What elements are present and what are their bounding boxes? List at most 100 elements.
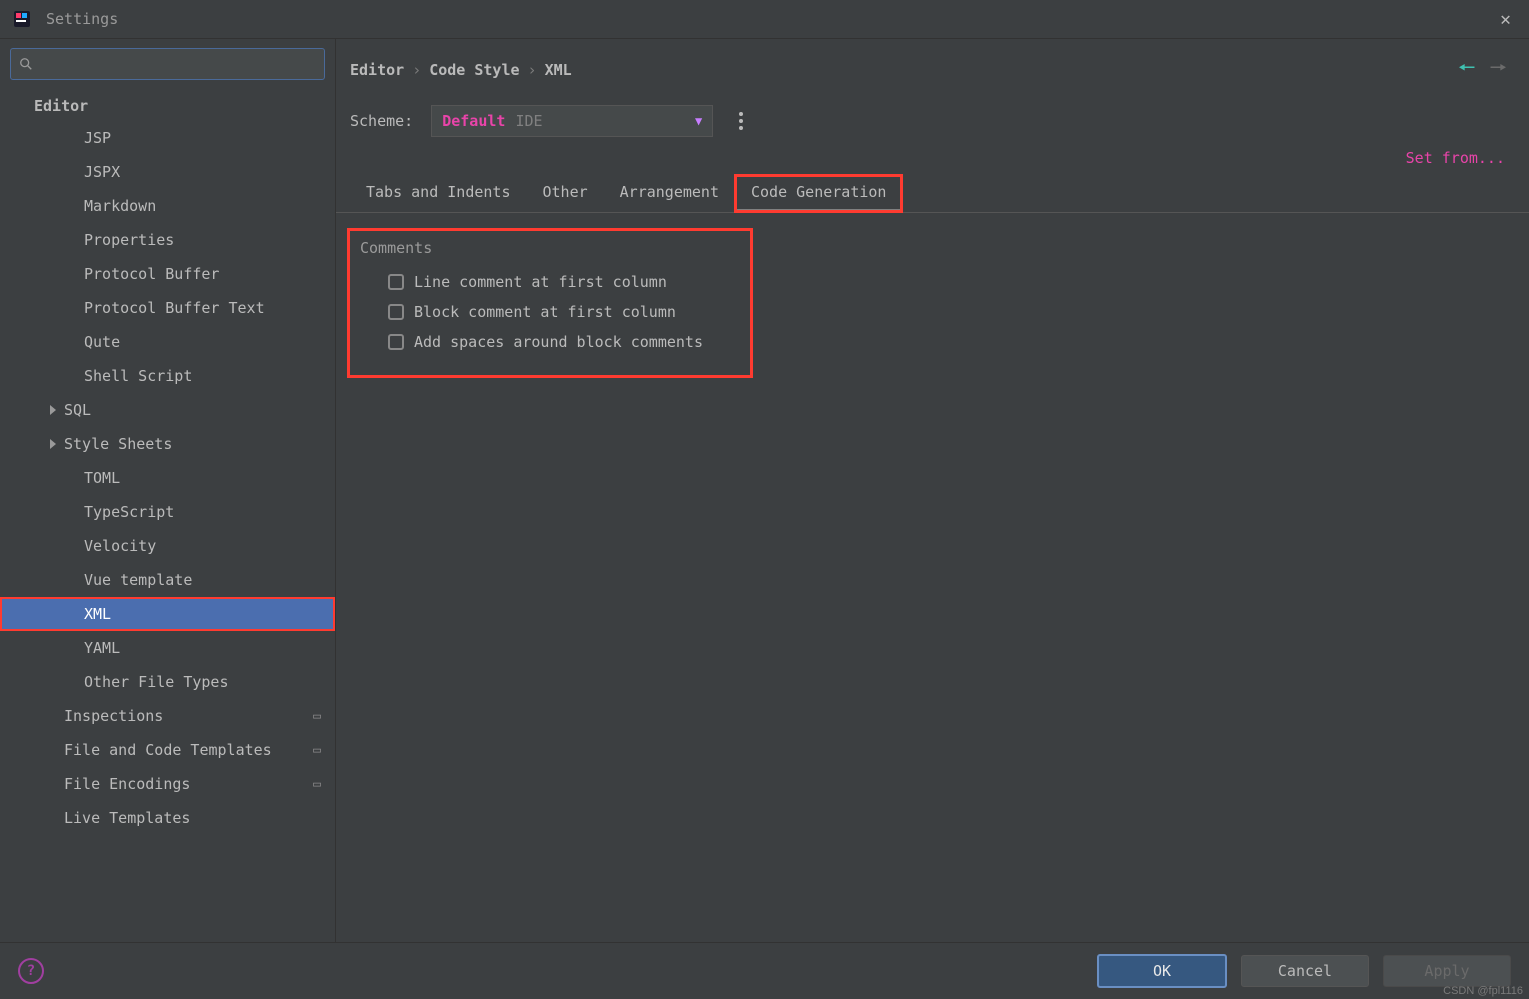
sidebar-item-vue-template[interactable]: Vue template bbox=[0, 563, 335, 597]
sidebar-item-protocol-buffer-text[interactable]: Protocol Buffer Text bbox=[0, 291, 335, 325]
checkbox-box bbox=[388, 334, 404, 350]
sidebar-item-style-sheets[interactable]: Style Sheets bbox=[0, 427, 335, 461]
sidebar-item-label: YAML bbox=[84, 639, 120, 657]
sidebar-item-label: Protocol Buffer bbox=[84, 265, 219, 283]
checkbox-line-comment-at-first-column[interactable]: Line comment at first column bbox=[360, 267, 740, 297]
scheme-label: Scheme: bbox=[350, 112, 413, 130]
sidebar-item-velocity[interactable]: Velocity bbox=[0, 529, 335, 563]
main-panel: Editor › Code Style › XML 🠔 🠖 Scheme: De… bbox=[336, 39, 1529, 942]
settings-window: Settings ✕ Editor JSP JSPX Markdown Propert… bbox=[0, 0, 1529, 999]
set-from-link[interactable]: Set from... bbox=[1406, 149, 1505, 167]
sidebar-heading-editor[interactable]: Editor bbox=[0, 89, 335, 121]
sidebar-item-label: Protocol Buffer Text bbox=[84, 299, 265, 317]
sidebar: Editor JSP JSPX Markdown Properties Protocol… bbox=[0, 39, 336, 942]
tab-arrangement[interactable]: Arrangement bbox=[604, 175, 735, 212]
tab-other[interactable]: Other bbox=[527, 175, 604, 212]
app-icon bbox=[12, 9, 32, 29]
tab-code-generation[interactable]: Code Generation bbox=[735, 175, 902, 212]
chevron-down-icon: ▼ bbox=[695, 114, 702, 128]
project-scope-icon: ▭ bbox=[313, 743, 321, 758]
checkbox-block-comment-at-first-column[interactable]: Block comment at first column bbox=[360, 297, 740, 327]
checkbox-label: Block comment at first column bbox=[414, 303, 676, 321]
sidebar-item-live-templates[interactable]: Live Templates bbox=[0, 801, 335, 835]
settings-tree[interactable]: JSP JSPX Markdown Properties Protocol Buffer… bbox=[0, 121, 335, 942]
scheme-select[interactable]: Default IDE ▼ bbox=[431, 105, 713, 137]
breadcrumb-row: Editor › Code Style › XML 🠔 🠖 bbox=[336, 39, 1529, 91]
sidebar-item-label: Markdown bbox=[84, 197, 156, 215]
sidebar-item-label: SQL bbox=[64, 401, 91, 419]
sidebar-item-sql[interactable]: SQL bbox=[0, 393, 335, 427]
tabs: Tabs and IndentsOtherArrangementCode Gen… bbox=[336, 167, 1529, 213]
sidebar-item-jsp[interactable]: JSP bbox=[0, 121, 335, 155]
sidebar-item-label: JSP bbox=[84, 129, 111, 147]
sidebar-item-label: Style Sheets bbox=[64, 435, 172, 453]
scheme-value: Default bbox=[442, 112, 505, 130]
breadcrumb-sep: › bbox=[528, 61, 537, 79]
sidebar-item-label: Properties bbox=[84, 231, 174, 249]
comments-heading: Comments bbox=[360, 239, 740, 267]
breadcrumb-sep: › bbox=[412, 61, 421, 79]
scheme-row: Scheme: Default IDE ▼ bbox=[336, 91, 1529, 145]
window-title: Settings bbox=[46, 10, 118, 28]
close-icon[interactable]: ✕ bbox=[1494, 7, 1517, 32]
sidebar-item-label: Other File Types bbox=[84, 673, 229, 691]
ok-button-label: OK bbox=[1153, 962, 1171, 980]
tab-tabs-and-indents[interactable]: Tabs and Indents bbox=[350, 175, 527, 212]
sidebar-item-label: File and Code Templates bbox=[64, 741, 272, 759]
search-box[interactable] bbox=[10, 48, 325, 80]
sidebar-item-protocol-buffer[interactable]: Protocol Buffer bbox=[0, 257, 335, 291]
apply-button: Apply bbox=[1383, 955, 1511, 987]
sidebar-item-label: JSPX bbox=[84, 163, 120, 181]
sidebar-item-label: TOML bbox=[84, 469, 120, 487]
checkbox-box bbox=[388, 274, 404, 290]
tab-content: Comments Line comment at first column Blo… bbox=[336, 213, 1529, 393]
breadcrumb-codestyle[interactable]: Code Style bbox=[429, 61, 519, 79]
sidebar-item-yaml[interactable]: YAML bbox=[0, 631, 335, 665]
sidebar-item-label: XML bbox=[84, 605, 111, 623]
sidebar-item-file-encodings[interactable]: File Encodings ▭ bbox=[0, 767, 335, 801]
sidebar-item-properties[interactable]: Properties bbox=[0, 223, 335, 257]
sidebar-item-typescript[interactable]: TypeScript bbox=[0, 495, 335, 529]
checkbox-add-spaces-around-block-comments[interactable]: Add spaces around block comments bbox=[360, 327, 740, 357]
cancel-button[interactable]: Cancel bbox=[1241, 955, 1369, 987]
ok-button[interactable]: OK bbox=[1097, 954, 1227, 988]
sidebar-item-label: Live Templates bbox=[64, 809, 190, 827]
breadcrumb-editor[interactable]: Editor bbox=[350, 61, 404, 79]
sidebar-item-label: Vue template bbox=[84, 571, 192, 589]
breadcrumb: Editor › Code Style › XML bbox=[350, 61, 572, 79]
sidebar-item-label: File Encodings bbox=[64, 775, 190, 793]
project-scope-icon: ▭ bbox=[313, 709, 321, 724]
sidebar-item-markdown[interactable]: Markdown bbox=[0, 189, 335, 223]
scheme-actions-icon[interactable] bbox=[731, 112, 751, 130]
sidebar-item-file-and-code-templates[interactable]: File and Code Templates ▭ bbox=[0, 733, 335, 767]
sidebar-item-label: Velocity bbox=[84, 537, 156, 555]
sidebar-item-toml[interactable]: TOML bbox=[0, 461, 335, 495]
titlebar: Settings ✕ bbox=[0, 0, 1529, 39]
checkbox-label: Line comment at first column bbox=[414, 273, 667, 291]
sidebar-item-label: Qute bbox=[84, 333, 120, 351]
checkbox-label: Add spaces around block comments bbox=[414, 333, 703, 351]
cancel-button-label: Cancel bbox=[1278, 962, 1332, 980]
scheme-tag: IDE bbox=[515, 112, 542, 130]
sidebar-item-shell-script[interactable]: Shell Script bbox=[0, 359, 335, 393]
search-input[interactable] bbox=[39, 55, 316, 73]
comments-group: Comments Line comment at first column Blo… bbox=[350, 231, 750, 375]
nav-forward-icon: 🠖 bbox=[1490, 53, 1508, 87]
checkbox-box bbox=[388, 304, 404, 320]
sidebar-item-jspx[interactable]: JSPX bbox=[0, 155, 335, 189]
nav-back-icon[interactable]: 🠔 bbox=[1458, 53, 1476, 87]
sidebar-item-qute[interactable]: Qute bbox=[0, 325, 335, 359]
sidebar-item-xml[interactable]: XML bbox=[0, 597, 335, 631]
project-scope-icon: ▭ bbox=[313, 777, 321, 792]
watermark: CSDN @fpl1116 bbox=[1443, 985, 1523, 997]
sidebar-item-label: Shell Script bbox=[84, 367, 192, 385]
sidebar-item-other-file-types[interactable]: Other File Types bbox=[0, 665, 335, 699]
search-icon bbox=[19, 57, 33, 71]
breadcrumb-xml: XML bbox=[545, 61, 572, 79]
sidebar-item-label: Inspections bbox=[64, 707, 163, 725]
apply-button-label: Apply bbox=[1424, 962, 1469, 980]
dialog-footer: ? OK Cancel Apply bbox=[0, 942, 1529, 999]
help-icon[interactable]: ? bbox=[18, 958, 44, 984]
sidebar-item-inspections[interactable]: Inspections ▭ bbox=[0, 699, 335, 733]
sidebar-item-label: TypeScript bbox=[84, 503, 174, 521]
